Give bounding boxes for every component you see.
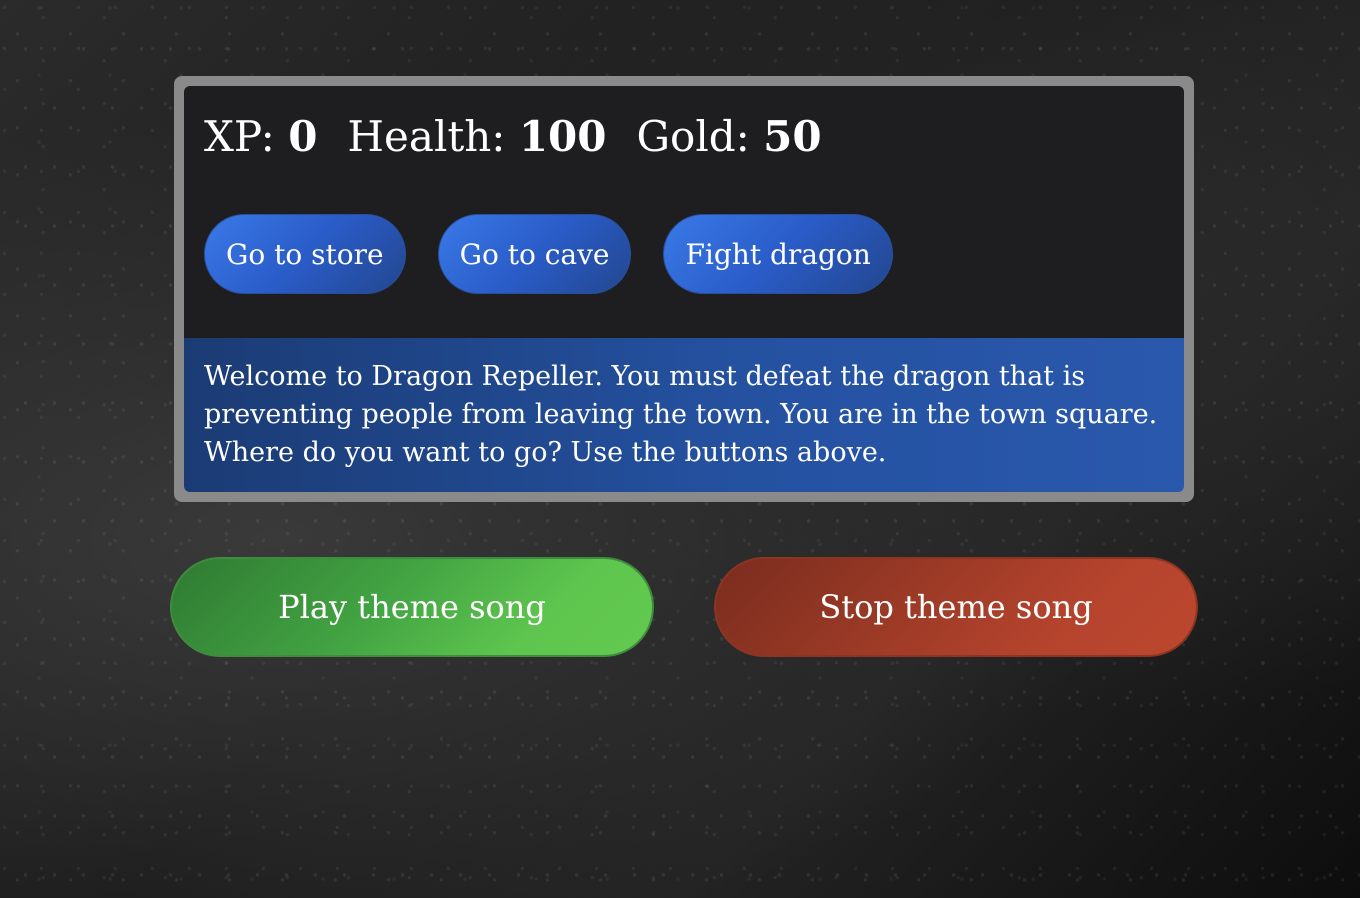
health-label: Health: bbox=[347, 112, 506, 161]
gold-label: Gold: bbox=[636, 112, 750, 161]
stats-bar: XP: 0 Health: 100 Gold: 50 bbox=[204, 108, 1164, 166]
stop-theme-song-button[interactable]: Stop theme song bbox=[714, 557, 1198, 657]
xp-label: XP: bbox=[204, 112, 275, 161]
game-container: XP: 0 Health: 100 Gold: 50 Go to store G… bbox=[174, 76, 1194, 502]
stats-panel: XP: 0 Health: 100 Gold: 50 Go to store G… bbox=[184, 86, 1184, 338]
gold-value: 50 bbox=[763, 112, 822, 161]
go-to-store-button[interactable]: Go to store bbox=[204, 214, 406, 294]
go-to-cave-button[interactable]: Go to cave bbox=[437, 214, 632, 294]
action-controls: Go to store Go to cave Fight dragon bbox=[204, 214, 1164, 296]
play-theme-song-button[interactable]: Play theme song bbox=[170, 557, 654, 657]
xp-value: 0 bbox=[288, 112, 318, 161]
story-text: Welcome to Dragon Repeller. You must def… bbox=[184, 338, 1184, 492]
xp-stat: XP: 0 bbox=[204, 108, 317, 166]
health-stat: Health: 100 bbox=[347, 108, 606, 166]
health-value: 100 bbox=[518, 112, 607, 161]
fight-dragon-button[interactable]: Fight dragon bbox=[663, 214, 893, 294]
music-controls: Play theme song Stop theme song bbox=[170, 557, 1198, 657]
gold-stat: Gold: 50 bbox=[637, 108, 822, 166]
